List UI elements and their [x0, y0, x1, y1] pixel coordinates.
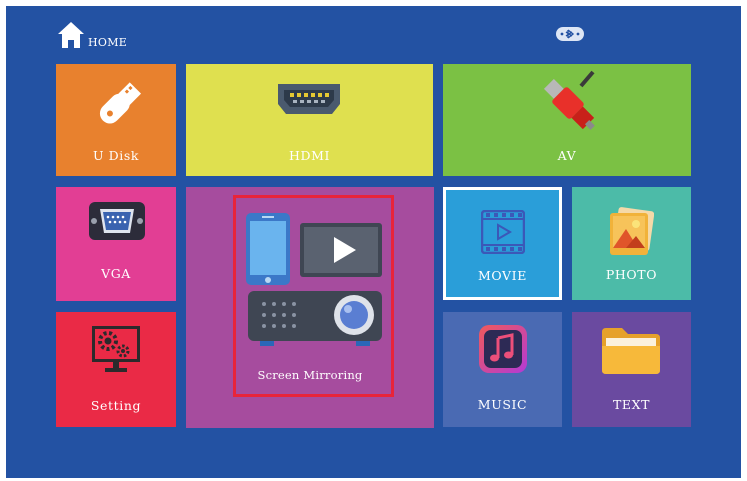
usb-drive-icon	[86, 74, 148, 140]
home-icon[interactable]	[56, 20, 86, 50]
bluetooth-icon[interactable]	[555, 26, 585, 42]
text-label: TEXT	[612, 397, 651, 412]
hdmi-tile[interactable]: HDMI	[186, 64, 433, 176]
photo-gallery-icon	[608, 207, 655, 261]
hdmi-label: HDMI	[288, 148, 331, 163]
photo-label: PHOTO	[605, 267, 658, 282]
home-label: HOME	[88, 36, 128, 49]
vga-port-icon	[88, 201, 146, 245]
music-note-icon	[478, 324, 528, 378]
av-label: AV	[557, 148, 577, 163]
movie-tile[interactable]: MOVIE	[443, 187, 562, 300]
settings-gears-icon	[91, 325, 141, 379]
setting-tile[interactable]: Setting	[56, 312, 176, 427]
folder-icon	[600, 326, 662, 382]
music-tile[interactable]: MUSIC	[443, 312, 562, 427]
hdmi-port-icon	[276, 82, 342, 120]
udisk-tile[interactable]: U Disk	[56, 64, 176, 176]
screen-mirroring-label: Screen Mirroring	[257, 368, 363, 382]
udisk-label: U Disk	[92, 148, 140, 163]
av-tile[interactable]: AV	[443, 64, 691, 176]
vga-tile[interactable]: VGA	[56, 187, 176, 301]
screen-mirroring-icon	[244, 209, 386, 353]
vga-label: VGA	[101, 266, 131, 281]
setting-label: Setting	[90, 398, 142, 413]
film-play-icon	[480, 209, 526, 258]
movie-label: MOVIE	[478, 268, 527, 283]
text-tile[interactable]: TEXT	[572, 312, 691, 427]
rca-cable-icon	[533, 68, 603, 142]
screen-mirroring-tile[interactable]: Screen Mirroring	[186, 187, 434, 428]
music-label: MUSIC	[477, 397, 528, 412]
photo-tile[interactable]: PHOTO	[572, 187, 691, 300]
